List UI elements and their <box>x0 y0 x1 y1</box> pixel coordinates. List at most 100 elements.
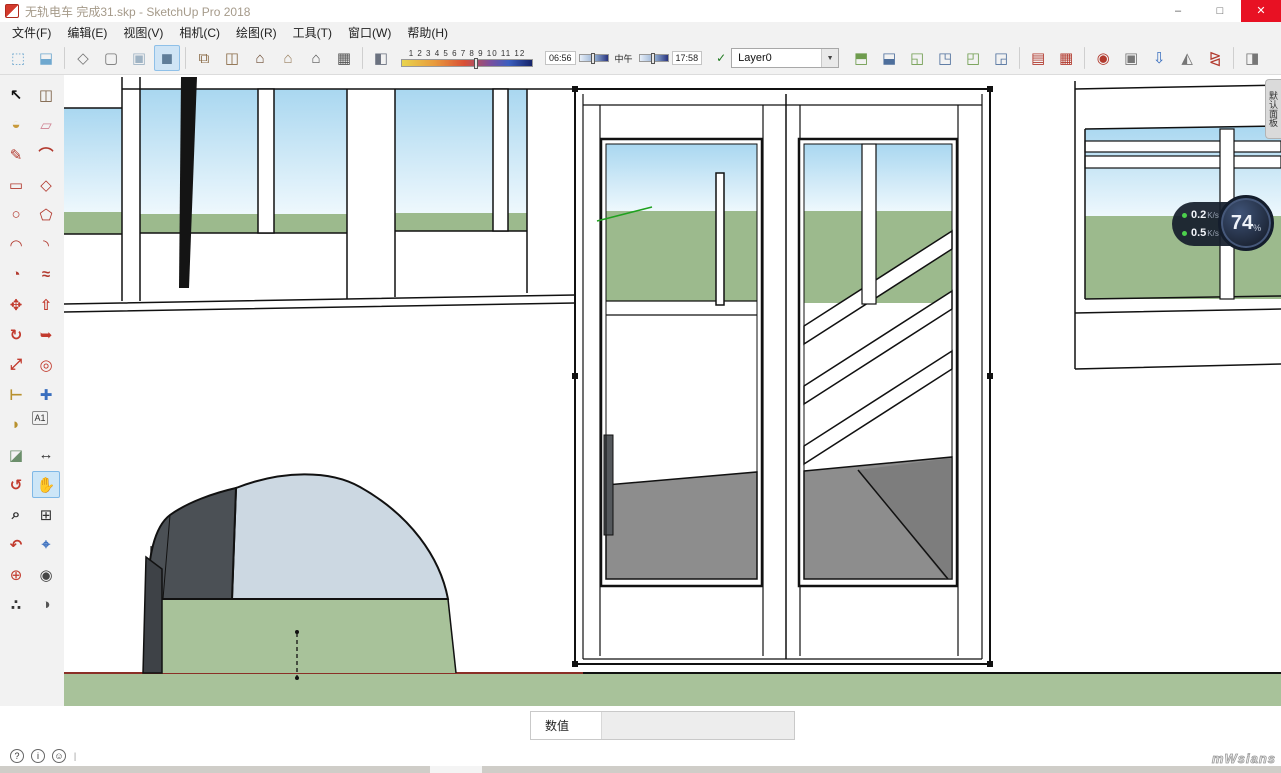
make-component-icon[interactable]: ◫ <box>32 81 60 108</box>
tape-measure-tool[interactable]: ⊢ <box>2 381 30 408</box>
status-separator[interactable]: | <box>73 749 77 763</box>
zoom-window-tool[interactable]: ⊞ <box>32 501 60 528</box>
rotated-rectangle-tool[interactable]: ◇ <box>32 171 60 198</box>
shaded-icon[interactable]: ▣ <box>126 45 152 71</box>
left-window-wall[interactable] <box>64 77 575 312</box>
protractor-tool[interactable]: ◗ <box>2 411 30 438</box>
zoom-tool[interactable]: ⌕ <box>2 501 30 528</box>
toolbar-separator[interactable] <box>362 47 363 69</box>
default-tray-tab[interactable]: 默认面板 <box>1265 79 1281 139</box>
chevron-down-icon[interactable]: ▼ <box>821 49 838 67</box>
select-tool[interactable]: ↖ <box>2 81 30 108</box>
shadow-date-thumb[interactable] <box>474 58 478 69</box>
three-point-arc-tool[interactable]: ◝ <box>32 231 60 258</box>
menu-camera[interactable]: 相机(C) <box>171 22 228 43</box>
shadow-time-thumb-2[interactable] <box>651 53 655 64</box>
paint-bucket-tool[interactable]: ◒ <box>2 111 30 138</box>
minimize-button[interactable]: – <box>1157 0 1199 22</box>
model-viewport[interactable]: 默认面板 0.2 K/s 0.5 K/s 74 % <box>64 75 1281 706</box>
toolbar-separator[interactable] <box>1019 47 1020 69</box>
offset-tool[interactable]: ◎ <box>32 351 60 378</box>
arc-tool[interactable]: ⌒ <box>32 141 60 168</box>
subtract-icon[interactable]: ◳ <box>932 45 958 71</box>
menu-edit[interactable]: 编辑(E) <box>59 22 115 43</box>
menu-view[interactable]: 视图(V) <box>115 22 171 43</box>
maximize-button[interactable]: □ <box>1199 0 1241 22</box>
polygon-tool[interactable]: ⬠ <box>32 201 60 228</box>
from-contours-icon[interactable]: ▤ <box>1025 45 1051 71</box>
menu-window[interactable]: 窗口(W) <box>340 22 399 43</box>
scale-tool[interactable]: ⤢ <box>2 351 30 378</box>
toolbar-separator[interactable] <box>185 47 186 69</box>
move-tool[interactable]: ✥ <box>2 291 30 318</box>
shadow-toggle-icon[interactable]: ◧ <box>368 45 394 71</box>
shadow-time-track-am[interactable] <box>579 54 609 62</box>
section-display-icon[interactable]: ◨ <box>1239 45 1265 71</box>
flip-edge-icon[interactable]: ⧎ <box>1202 45 1228 71</box>
circle-tool[interactable]: ○ <box>2 201 30 228</box>
outer-shell-icon[interactable]: ⬒ <box>848 45 874 71</box>
split-icon[interactable]: ◲ <box>988 45 1014 71</box>
layer-dropdown[interactable]: Layer0 ▼ <box>731 48 839 68</box>
menu-tools[interactable]: 工具(T) <box>285 22 340 43</box>
menu-draw[interactable]: 绘图(R) <box>228 22 285 43</box>
close-button[interactable]: ✕ <box>1241 0 1281 22</box>
shadow-time-thumb[interactable] <box>591 53 595 64</box>
pan-tool[interactable]: ✋ <box>32 471 60 498</box>
toolbar-separator[interactable] <box>1233 47 1234 69</box>
eraser-tool[interactable]: ▱ <box>32 111 60 138</box>
toolbar-separator[interactable] <box>64 47 65 69</box>
pie-tool[interactable]: ◔ <box>2 261 30 288</box>
zoom-extents-tool[interactable]: ⌖ <box>32 531 60 558</box>
taskbar-edge[interactable] <box>0 766 1281 773</box>
zoom-previous-tool[interactable]: ↶ <box>2 531 30 558</box>
wheel-arch[interactable] <box>143 474 456 680</box>
add-detail-icon[interactable]: ◭ <box>1174 45 1200 71</box>
rectangle-tool[interactable]: ▭ <box>2 171 30 198</box>
text-tool[interactable]: A1 <box>32 411 48 425</box>
wireframe-icon[interactable]: ◇ <box>70 45 96 71</box>
geolocate-icon[interactable]: i <box>31 749 45 763</box>
section-plane-tool[interactable]: ◪ <box>2 441 30 468</box>
field-of-view-icon[interactable]: ◑ <box>32 591 60 618</box>
orbit-tool[interactable]: ↺ <box>2 471 30 498</box>
shadow-time-track-pm[interactable] <box>639 54 669 62</box>
drape-icon[interactable]: ⇩ <box>1146 45 1172 71</box>
menu-help[interactable]: 帮助(H) <box>399 22 456 43</box>
share-model-icon[interactable]: ⧉ <box>191 45 217 71</box>
stamp-icon[interactable]: ▣ <box>1118 45 1144 71</box>
toolbar-separator[interactable] <box>1084 47 1085 69</box>
account-icon[interactable]: ☺ <box>52 749 66 763</box>
back-edges-icon[interactable]: ⬓ <box>33 45 59 71</box>
follow-me-tool[interactable]: ➥ <box>32 321 60 348</box>
hidden-line-icon[interactable]: ▢ <box>98 45 124 71</box>
two-point-arc-tool[interactable]: ◠ <box>2 231 30 258</box>
home-icon[interactable]: ⌂ <box>247 45 273 71</box>
axes-tool[interactable]: ✚ <box>32 381 60 408</box>
taskbar-segment[interactable] <box>430 766 482 773</box>
measurements-input[interactable] <box>601 712 794 739</box>
extension-warehouse-icon[interactable]: ⌂ <box>303 45 329 71</box>
door-assembly[interactable] <box>572 86 993 667</box>
shadow-date-track[interactable] <box>401 59 533 67</box>
share-component-icon[interactable]: ◫ <box>219 45 245 71</box>
rotate-tool[interactable]: ↻ <box>2 321 30 348</box>
help-icon[interactable]: ? <box>10 749 24 763</box>
freehand-tool[interactable]: ≈ <box>32 261 60 288</box>
component-grid-icon[interactable]: ▦ <box>331 45 357 71</box>
ground-plane[interactable] <box>64 673 1281 706</box>
accelerator-badge[interactable]: 74 % <box>1218 195 1274 251</box>
trim-icon[interactable]: ◰ <box>960 45 986 71</box>
position-camera-tool[interactable]: ⊕ <box>2 561 30 588</box>
menu-file[interactable]: 文件(F) <box>4 22 59 43</box>
shaded-with-textures-icon[interactable]: ◼ <box>154 45 180 71</box>
warehouse-icon[interactable]: ⌂ <box>275 45 301 71</box>
union-icon[interactable]: ◱ <box>904 45 930 71</box>
look-around-tool[interactable]: ◉ <box>32 561 60 588</box>
line-tool[interactable]: ✎ <box>2 141 30 168</box>
smoove-icon[interactable]: ◉ <box>1090 45 1116 71</box>
walk-tool[interactable]: ∴ <box>2 591 30 618</box>
intersect-icon[interactable]: ⬓ <box>876 45 902 71</box>
from-scratch-icon[interactable]: ▦ <box>1053 45 1079 71</box>
push-pull-tool[interactable]: ⇧ <box>32 291 60 318</box>
